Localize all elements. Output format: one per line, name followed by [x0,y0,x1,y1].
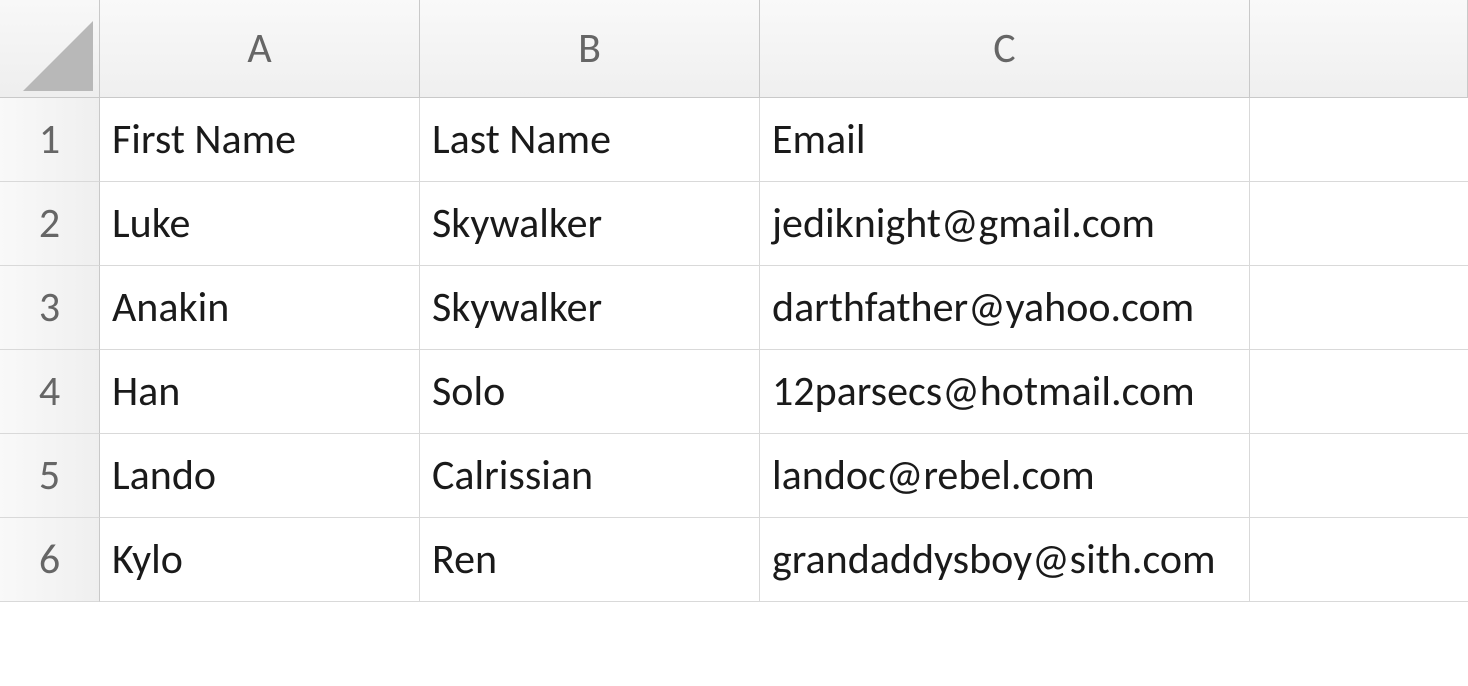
cell-C2[interactable]: jediknight@gmail.com [760,182,1250,266]
select-all-corner[interactable] [0,0,100,98]
cell-D5[interactable] [1250,434,1468,518]
cell-D4[interactable] [1250,350,1468,434]
cell-D1[interactable] [1250,98,1468,182]
cell-B5[interactable]: Calrissian [420,434,760,518]
column-header-empty[interactable] [1250,0,1468,98]
cell-B1[interactable]: Last Name [420,98,760,182]
cell-D2[interactable] [1250,182,1468,266]
select-all-triangle-icon [23,21,93,91]
cell-A6[interactable]: Kylo [100,518,420,602]
cell-B2[interactable]: Skywalker [420,182,760,266]
column-header-C[interactable]: C [760,0,1250,98]
cell-A5[interactable]: Lando [100,434,420,518]
cell-A1[interactable]: First Name [100,98,420,182]
cell-C1[interactable]: Email [760,98,1250,182]
cell-B6[interactable]: Ren [420,518,760,602]
cell-B4[interactable]: Solo [420,350,760,434]
column-header-A[interactable]: A [100,0,420,98]
cell-D6[interactable] [1250,518,1468,602]
cell-C6[interactable]: grandaddysboy@sith.com [760,518,1250,602]
cell-D3[interactable] [1250,266,1468,350]
row-header-1[interactable]: 1 [0,98,100,182]
spreadsheet-grid: A B C 1 First Name Last Name Email 2 Luk… [0,0,1468,686]
cell-A2[interactable]: Luke [100,182,420,266]
cell-A3[interactable]: Anakin [100,266,420,350]
cell-C5[interactable]: landoc@rebel.com [760,434,1250,518]
row-header-3[interactable]: 3 [0,266,100,350]
row-header-4[interactable]: 4 [0,350,100,434]
cell-A4[interactable]: Han [100,350,420,434]
row-header-5[interactable]: 5 [0,434,100,518]
cell-C4[interactable]: 12parsecs@hotmail.com [760,350,1250,434]
row-header-6[interactable]: 6 [0,518,100,602]
row-header-2[interactable]: 2 [0,182,100,266]
column-header-B[interactable]: B [420,0,760,98]
cell-B3[interactable]: Skywalker [420,266,760,350]
cell-C3[interactable]: darthfather@yahoo.com [760,266,1250,350]
